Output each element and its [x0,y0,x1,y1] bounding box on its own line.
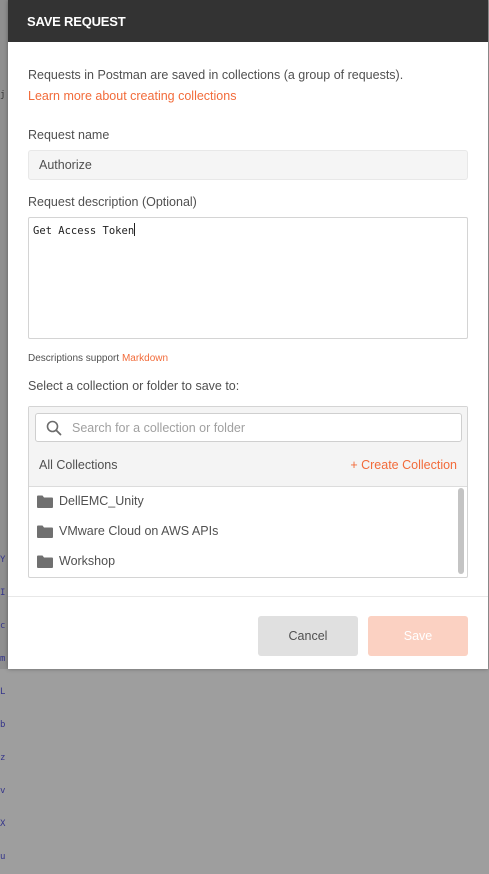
background-code-line: X [0,819,6,829]
request-name-input[interactable]: Authorize [28,150,468,180]
background-code-line: Y [0,555,6,565]
modal-title: SAVE REQUEST [8,0,488,42]
search-icon [46,420,62,436]
footer-divider [8,596,488,597]
collection-picker: All Collections + Create Collection Dell… [28,406,468,578]
create-collection-link[interactable]: + Create Collection [350,458,457,472]
cancel-button[interactable]: Cancel [258,616,358,656]
text-cursor [134,223,136,236]
background-code-top: j [0,90,6,100]
collection-item-workshop[interactable]: Workshop [29,547,459,577]
intro-text: Requests in Postman are saved in collect… [28,68,404,82]
background-code-bottom: Y I c m L b z v X u [0,533,8,874]
collection-item-vmware-cloud-on-aws-apis[interactable]: VMware Cloud on AWS APIs [29,517,459,547]
background-code-line: I [0,588,6,598]
descriptions-support-note: Descriptions support Markdown [28,353,168,364]
save-button[interactable]: Save [368,616,468,656]
request-name-label: Request name [28,128,110,142]
request-description-textarea[interactable]: Get Access Token [28,217,468,339]
folder-icon [37,555,53,568]
collection-list: DellEMC_Unity VMware Cloud on AWS APIs W… [29,487,459,577]
save-request-modal: SAVE REQUEST Requests in Postman are sav… [8,0,488,669]
background-code-line: L [0,687,6,697]
collection-name: VMware Cloud on AWS APIs [59,524,219,538]
background-code-line: u [0,852,6,862]
background-code-line: m [0,654,6,664]
request-description-label: Request description (Optional) [28,195,197,209]
collection-picker-header: All Collections + Create Collection [29,407,467,487]
learn-more-link[interactable]: Learn more about creating collections [28,89,236,103]
collection-list-scrollbar[interactable] [458,488,464,574]
background-code-line: v [0,786,6,796]
folder-icon [37,495,53,508]
descriptions-support-text: Descriptions support [28,353,120,364]
request-description-text: Get Access Token [33,225,135,237]
collection-name: Workshop [59,554,116,568]
background-code-line: z [0,753,6,763]
background-code-line: b [0,720,6,730]
folder-icon [37,525,53,538]
collection-name: DellEMC_Unity [59,494,144,508]
markdown-link[interactable]: Markdown [122,353,168,364]
select-collection-label: Select a collection or folder to save to… [28,379,240,393]
background-code-line: c [0,621,6,631]
all-collections-breadcrumb[interactable]: All Collections [39,458,118,472]
collection-search-input[interactable] [72,414,452,441]
collection-search-box[interactable] [35,413,462,442]
collection-item-dellemc-unity[interactable]: DellEMC_Unity [29,487,459,517]
